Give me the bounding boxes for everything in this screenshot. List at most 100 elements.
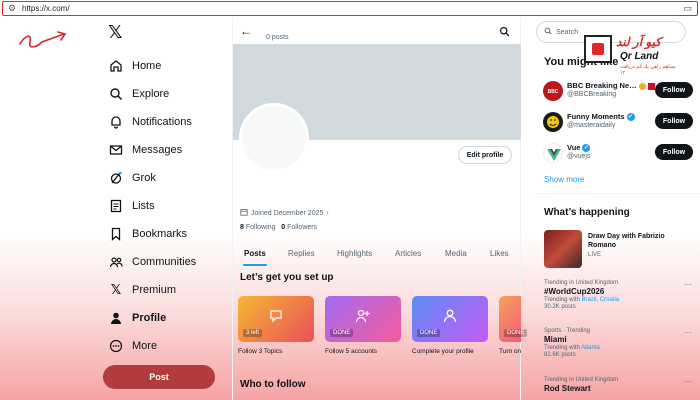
trend-context: Sports · Trending: [544, 328, 591, 334]
trend-item[interactable]: Trending in United Kingdom Rod Stewart ·…: [544, 377, 694, 393]
card-label: Follow 5 accounts: [325, 348, 378, 355]
joined-date: Joined December 2025 ›: [240, 208, 329, 218]
post-count: 0 posts: [266, 34, 289, 41]
follow-button[interactable]: Follow: [655, 82, 693, 98]
trend-posts: 30.2K posts: [544, 304, 576, 310]
account-name[interactable]: Vue: [567, 143, 580, 152]
event-title: Draw Day with Fabrizio Romano: [588, 233, 665, 250]
sidebar-item-profile[interactable]: Profile: [108, 304, 196, 332]
trend-name: Rod Stewart: [544, 384, 591, 393]
card-label: Turn on: [499, 348, 522, 355]
sidebar-item-label: Messages: [132, 144, 183, 156]
sidebar-item-bookmarks[interactable]: Bookmarks: [108, 220, 196, 248]
watermark-line1: كيو آر لند: [616, 35, 661, 49]
sidebar-item-lists[interactable]: Lists: [108, 192, 196, 220]
trend-item[interactable]: Sports · Trending Miami Trending with At…: [544, 328, 694, 358]
home-icon: [108, 58, 124, 74]
card-badge: 3 left: [243, 329, 263, 337]
follow-button[interactable]: Follow: [655, 144, 693, 160]
more-options-icon[interactable]: ···: [684, 377, 692, 386]
divider: [534, 193, 700, 194]
sidebar-nav: Home Explore Notifications Messages Grok…: [108, 52, 196, 360]
person-outline-icon: [442, 308, 458, 329]
followers-count[interactable]: 0: [281, 224, 285, 231]
calendar-icon: [240, 208, 248, 218]
more-options-icon[interactable]: ···: [684, 280, 692, 289]
post-button[interactable]: Post: [103, 365, 215, 389]
sidebar-item-more[interactable]: More: [108, 332, 196, 360]
more-options-icon[interactable]: ···: [684, 328, 692, 337]
avatar[interactable]: [239, 103, 309, 173]
account-handle: @masteraidaily: [567, 122, 616, 129]
setup-card-accounts[interactable]: DONE: [325, 296, 401, 342]
suggested-account[interactable]: BBC BBC Breaking Ne… @BBCBreaking Follow: [543, 78, 693, 106]
svg-text:BBC: BBC: [548, 89, 559, 95]
qr-land-watermark: كيو آر لند Qr Land بساهم راهي يك كم دريا…: [584, 35, 682, 76]
bell-icon: [108, 114, 124, 130]
sidebar-item-label: Home: [132, 60, 162, 72]
trend-with-links[interactable]: Atlanta: [581, 345, 600, 351]
avatar[interactable]: [543, 143, 563, 163]
event-thumbnail: [544, 230, 582, 268]
verified-icon: ✓: [626, 113, 635, 122]
verified-gold-icon: [638, 82, 646, 90]
trend-name: Miami: [544, 335, 567, 344]
trend-posts: 82.6K posts: [544, 352, 576, 358]
qr-code-icon: [584, 35, 612, 63]
account-name[interactable]: Funny Moments: [567, 112, 625, 121]
account-handle: @vuejs: [567, 153, 591, 160]
cast-icon[interactable]: ▭: [683, 3, 692, 14]
x-logo-icon[interactable]: 𝕏: [108, 22, 123, 43]
sidebar-item-premium[interactable]: 𝕏 Premium: [108, 276, 196, 304]
who-to-follow-title: Who to follow: [240, 379, 306, 390]
sidebar-item-label: Communities: [132, 256, 197, 268]
site-settings-icon[interactable]: ⚙: [8, 3, 16, 14]
sidebar-item-home[interactable]: Home: [108, 52, 196, 80]
sidebar-item-messages[interactable]: Messages: [108, 136, 196, 164]
follow-button[interactable]: Follow: [655, 113, 693, 129]
followers-label[interactable]: Followers: [287, 224, 317, 231]
following-label[interactable]: Following: [246, 224, 276, 231]
setup-card-profile[interactable]: DONE: [412, 296, 488, 342]
add-user-icon: [355, 308, 371, 329]
sidebar-item-notifications[interactable]: Notifications: [108, 108, 196, 136]
edit-profile-button[interactable]: Edit profile: [458, 146, 512, 164]
tab-media[interactable]: Media: [445, 249, 467, 258]
live-event[interactable]: Draw Day with Fabrizio Romano LIVE: [544, 230, 694, 270]
tab-articles[interactable]: Articles: [395, 249, 421, 258]
follow-stats: 8 Following 0 Followers: [240, 224, 317, 231]
tab-highlights[interactable]: Highlights: [337, 249, 372, 258]
url-text[interactable]: https://x.com/: [22, 4, 70, 13]
setup-card-topics[interactable]: 3 left: [238, 296, 314, 342]
back-arrow-icon[interactable]: ←: [240, 24, 252, 38]
account-name[interactable]: BBC Breaking Ne…: [567, 81, 637, 90]
whats-happening-title: What’s happening: [544, 207, 630, 218]
setup-title: Let’s get you set up: [240, 272, 334, 283]
setup-card-notifications[interactable]: DONE: [499, 296, 528, 342]
trend-with-links[interactable]: Brazil, Croatia: [581, 297, 619, 303]
avatar[interactable]: [543, 112, 563, 132]
profile-search-icon[interactable]: [499, 24, 510, 42]
bookmark-icon: [108, 226, 124, 242]
tab-likes[interactable]: Likes: [490, 249, 509, 258]
suggested-account[interactable]: Vue ✓ @vuejs Follow: [543, 140, 693, 168]
tab-posts[interactable]: Posts: [244, 249, 266, 258]
avatar[interactable]: BBC: [543, 81, 563, 101]
following-count[interactable]: 8: [240, 224, 244, 231]
sidebar-item-label: Bookmarks: [132, 228, 188, 240]
tab-replies[interactable]: Replies: [288, 249, 315, 258]
active-tab-indicator: [243, 264, 267, 266]
trend-with: Trending with: [544, 297, 580, 303]
trend-item[interactable]: Trending in United Kingdom #WorldCup2026…: [544, 280, 694, 310]
suggested-account[interactable]: Funny Moments ✓ @masteraidaily Follow: [543, 109, 693, 137]
joined-text: Joined December 2025: [251, 209, 324, 217]
grok-icon: [108, 170, 124, 186]
trend-context: Trending in United Kingdom: [544, 377, 619, 383]
show-more-link[interactable]: Show more: [544, 175, 584, 184]
browser-url-bar[interactable]: ⚙ https://x.com/ ▭: [2, 1, 698, 16]
sidebar-item-label: Lists: [132, 200, 155, 212]
sidebar-item-grok[interactable]: Grok: [108, 164, 196, 192]
sidebar-item-label: Notifications: [132, 116, 192, 128]
sidebar-item-explore[interactable]: Explore: [108, 80, 196, 108]
sidebar-item-communities[interactable]: Communities: [108, 248, 196, 276]
